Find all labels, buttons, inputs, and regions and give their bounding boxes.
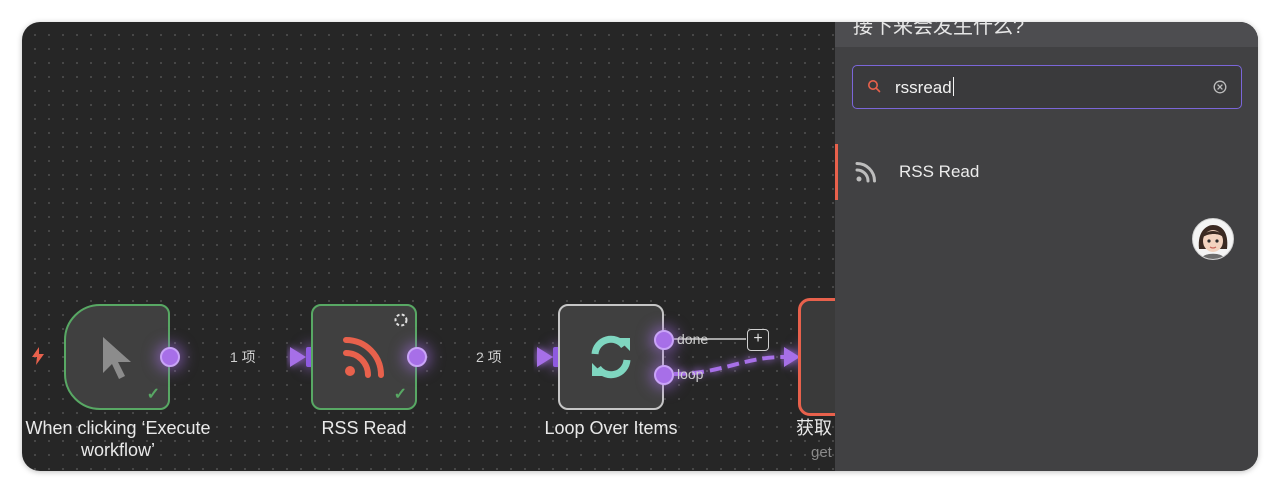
node-loop-loop-port[interactable] (654, 365, 674, 385)
rss-icon (855, 162, 876, 183)
success-check-icon: ✓ (146, 386, 160, 403)
node-rss-read[interactable]: ✓ (311, 304, 417, 410)
node-trigger-output-port[interactable] (160, 347, 180, 367)
search-input[interactable]: rssread (852, 65, 1242, 109)
search-result-item[interactable]: RSS Read (835, 144, 1258, 200)
node-loop-label: Loop Over Items (544, 418, 678, 438)
user-avatar[interactable] (1192, 218, 1234, 260)
node-rss-label: RSS Read (321, 418, 407, 438)
loop-output-label: loop (677, 366, 704, 382)
node-rss-output-port[interactable] (407, 347, 427, 367)
node-get-sublabel: get (811, 444, 832, 461)
node-loop-over-items[interactable] (558, 304, 664, 410)
done-output-label: done (677, 331, 709, 347)
edge-arrow-1 (290, 347, 306, 367)
node-manual-trigger[interactable]: ✓ (64, 304, 170, 410)
clear-search-icon[interactable] (1213, 80, 1227, 94)
loop-icon (591, 335, 631, 379)
panel-header: 接下来会发生什么? (835, 22, 1258, 47)
edge-arrow-2 (537, 347, 553, 367)
pin-data-icon[interactable] (393, 312, 409, 328)
result-selected-indicator (835, 144, 838, 200)
edge-2-item-count: 2 项 (476, 349, 502, 365)
node-trigger-label: When clicking ‘Execute workflow’ (25, 418, 211, 460)
panel-title: 接下来会发生什么? (853, 22, 1025, 38)
trigger-bolt-icon (32, 347, 44, 365)
edge-1-item-count: 1 项 (230, 349, 256, 365)
search-icon (868, 80, 881, 93)
workflow-editor: ✓ When clicking ‘Execute workflow’ 1 项 ✓… (22, 22, 1258, 471)
cursor-icon (103, 337, 131, 379)
search-result-label: RSS Read (899, 162, 980, 181)
add-node-button[interactable]: + (747, 329, 769, 351)
node-get-label: 获取 (796, 418, 832, 438)
rss-icon (343, 337, 384, 378)
success-check-icon: ✓ (393, 386, 407, 403)
avatar-face-icon (1198, 225, 1228, 259)
node-loop-done-port[interactable] (654, 330, 674, 350)
search-input-value[interactable]: rssread (895, 77, 954, 98)
